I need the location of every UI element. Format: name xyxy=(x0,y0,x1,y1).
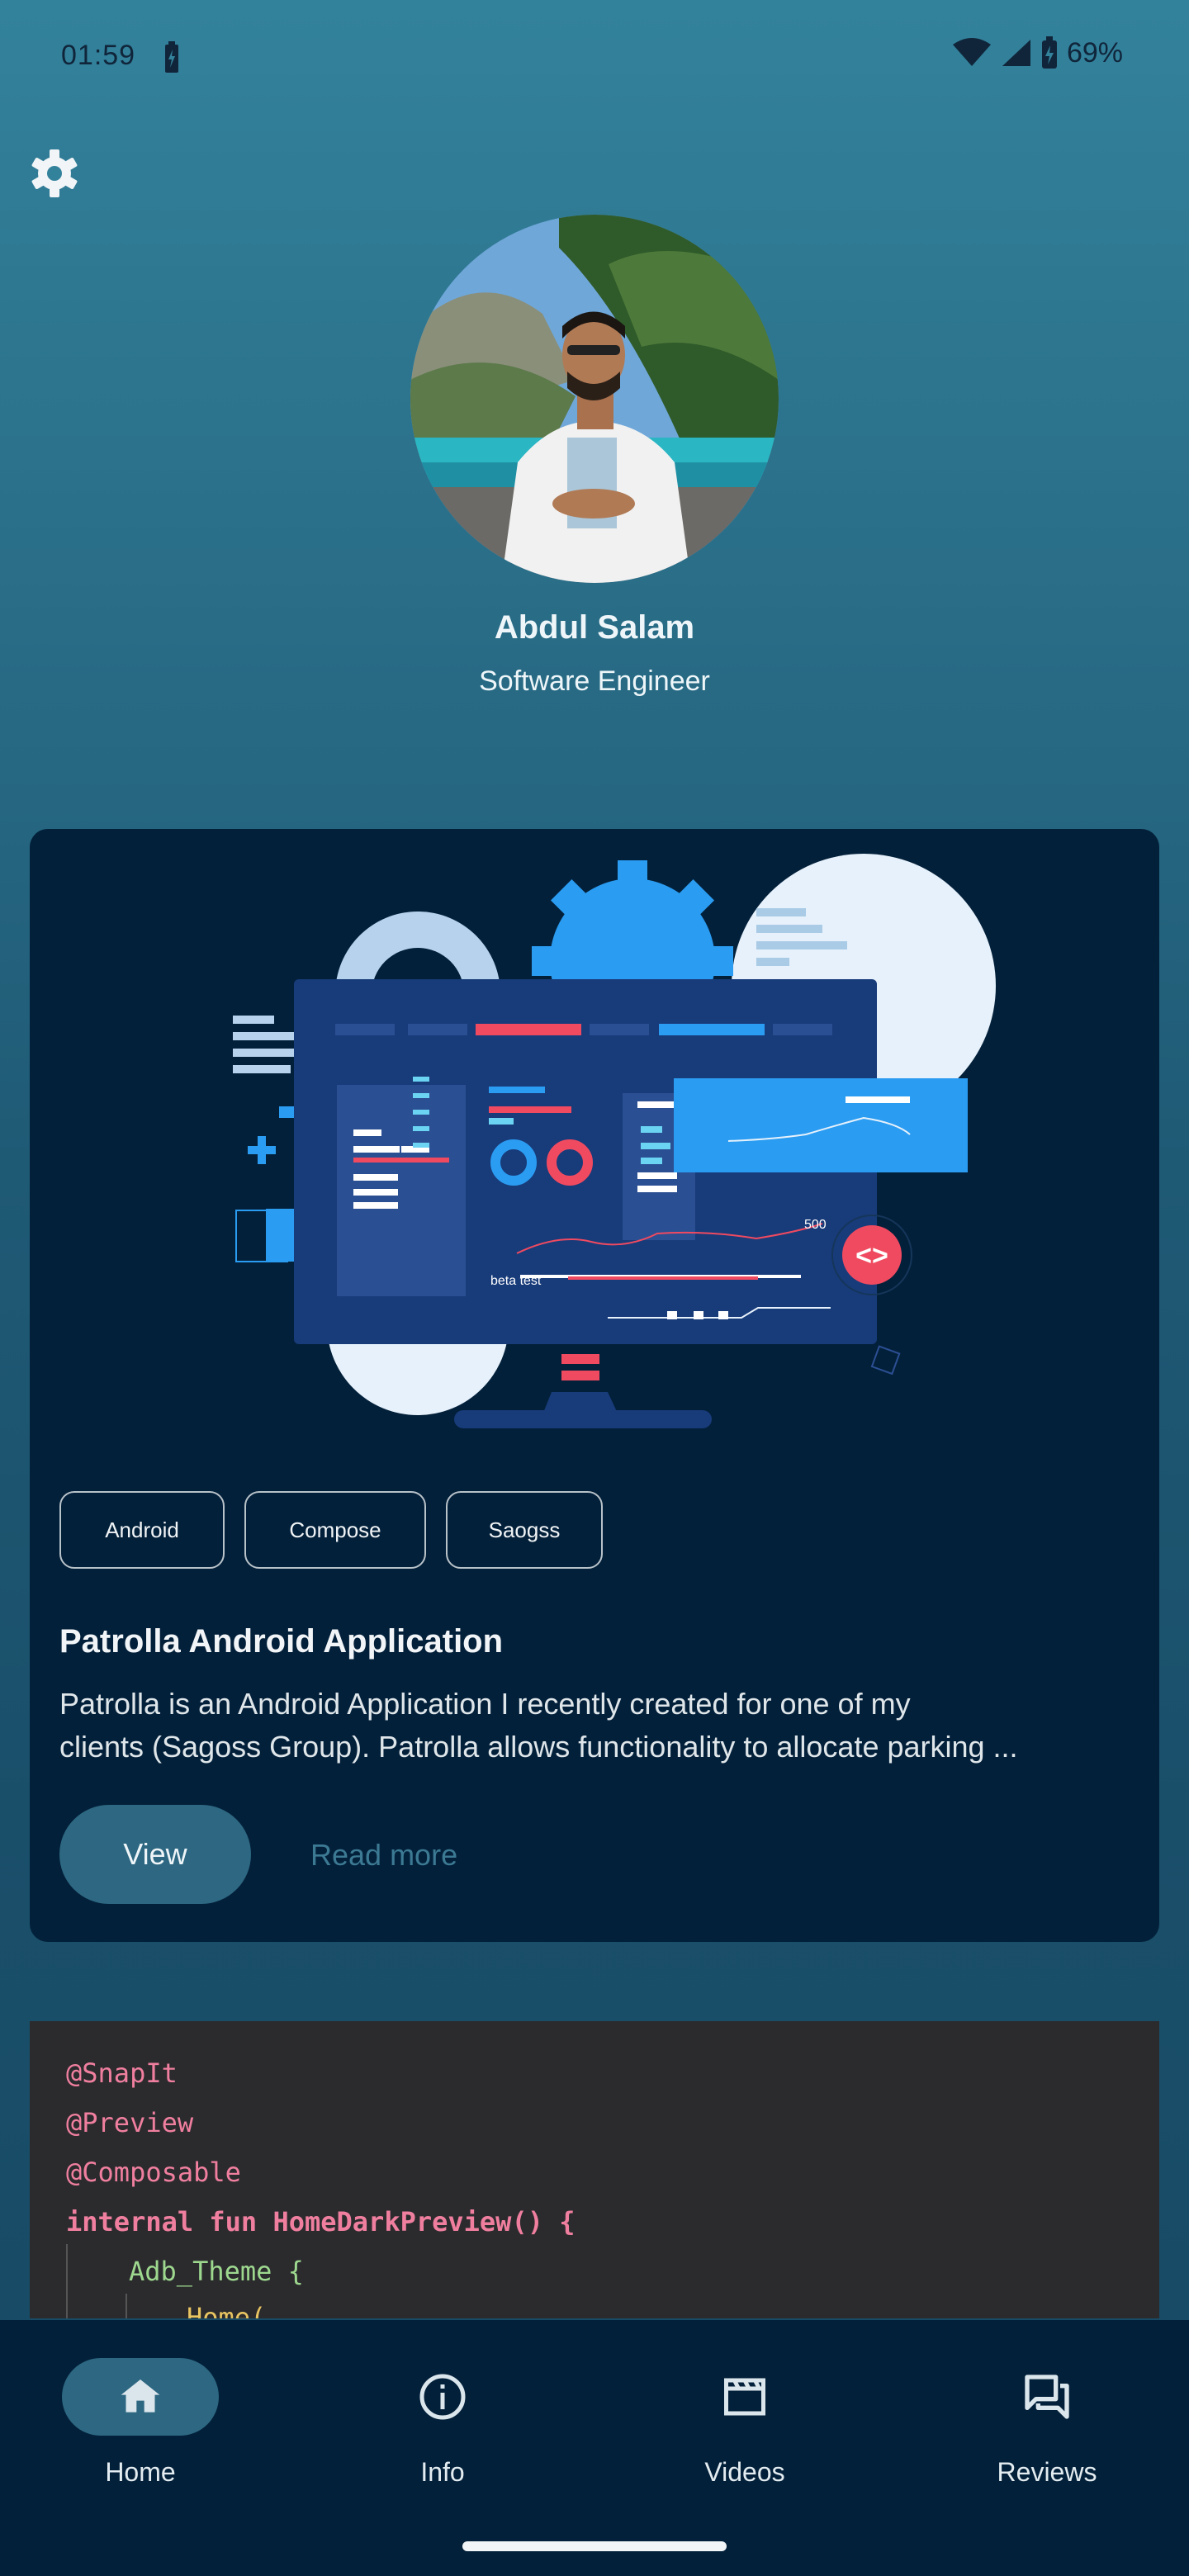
settings-button[interactable] xyxy=(28,147,81,200)
code-line: Home( xyxy=(187,2302,267,2318)
wifi-icon xyxy=(952,38,991,66)
tag-chip[interactable]: Saogss xyxy=(446,1491,603,1569)
project-description: Patrolla is an Android Application I rec… xyxy=(59,1683,1133,1769)
nav-label: Home xyxy=(105,2457,176,2487)
nav-item-home[interactable]: Home xyxy=(33,2350,248,2515)
gesture-navigation-bar[interactable] xyxy=(462,2541,727,2551)
code-line: @Composable xyxy=(66,2157,241,2188)
tag-chip[interactable]: Compose xyxy=(244,1491,426,1569)
code-line: @SnapIt xyxy=(66,2057,178,2089)
profile-title: Software Engineer xyxy=(479,665,710,697)
code-line: Adb_Theme { xyxy=(129,2256,304,2287)
status-time: 01:59 xyxy=(61,40,136,71)
nav-label: Info xyxy=(420,2457,465,2487)
bottom-navigation: Home Info Videos Reviews xyxy=(0,2320,1189,2576)
view-button[interactable]: View xyxy=(59,1805,251,1904)
nav-item-reviews[interactable]: Reviews xyxy=(940,2350,1154,2515)
project-description-line: Patrolla is an Android Application I rec… xyxy=(59,1687,911,1721)
nav-indicator xyxy=(62,2358,219,2436)
nav-indicator xyxy=(969,2358,1125,2436)
illustration-beta-label: beta test xyxy=(490,1274,542,1288)
signal-icon xyxy=(1002,40,1030,66)
code-line: @Preview xyxy=(66,2107,194,2138)
illustration-code-label: <> xyxy=(855,1240,888,1271)
code-line: internal fun HomeDarkPreview() { xyxy=(66,2206,576,2237)
info-icon xyxy=(419,2374,466,2420)
project-title: Patrolla Android Application xyxy=(59,1623,504,1660)
nav-item-videos[interactable]: Videos xyxy=(637,2350,852,2515)
profile-avatar xyxy=(410,215,779,583)
project-description-line: clients (Sagoss Group). Patrolla allows … xyxy=(59,1730,1018,1764)
gear-icon xyxy=(31,149,78,197)
project-illustration: beta test 500 <> xyxy=(233,854,996,1428)
status-icons: 69% xyxy=(952,36,1123,69)
tag-chip[interactable]: Android xyxy=(59,1491,225,1569)
clapperboard-icon xyxy=(724,2378,765,2416)
code-snippet-card[interactable]: @SnapIt @Preview @Composable internal fu… xyxy=(30,2021,1159,2318)
nav-label: Reviews xyxy=(997,2457,1097,2487)
profile-name: Abdul Salam xyxy=(494,609,695,646)
indent-guide xyxy=(66,2244,68,2318)
project-card[interactable]: beta test 500 <> Android Compose Saogss … xyxy=(30,829,1159,1942)
tag-chips: Android Compose Saogss xyxy=(59,1491,603,1569)
chat-bubbles-icon xyxy=(1025,2375,1069,2419)
indent-guide xyxy=(126,2294,127,2318)
nav-item-info[interactable]: Info xyxy=(335,2350,550,2515)
status-bar: 01:59 69% xyxy=(0,0,1189,116)
read-more-link[interactable]: Read more xyxy=(310,1838,457,1873)
battery-percent: 69% xyxy=(1066,36,1123,69)
nav-label: Videos xyxy=(704,2457,785,2487)
illustration-value-label: 500 xyxy=(804,1218,827,1232)
battery-icon xyxy=(1041,36,1057,69)
avatar-photo xyxy=(410,215,779,583)
nav-indicator xyxy=(364,2358,521,2436)
battery-saver-icon xyxy=(165,41,178,73)
home-icon xyxy=(121,2379,160,2413)
nav-indicator xyxy=(666,2358,823,2436)
